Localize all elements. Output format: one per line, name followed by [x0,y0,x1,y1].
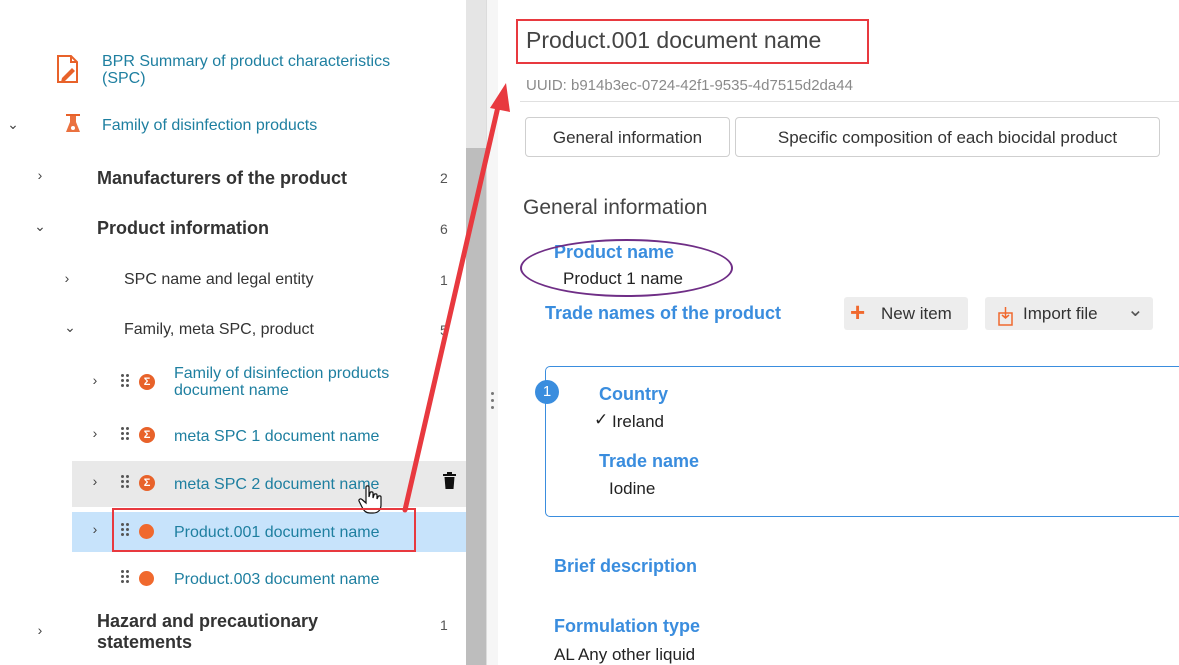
annotation-arrow-icon [402,83,510,513]
